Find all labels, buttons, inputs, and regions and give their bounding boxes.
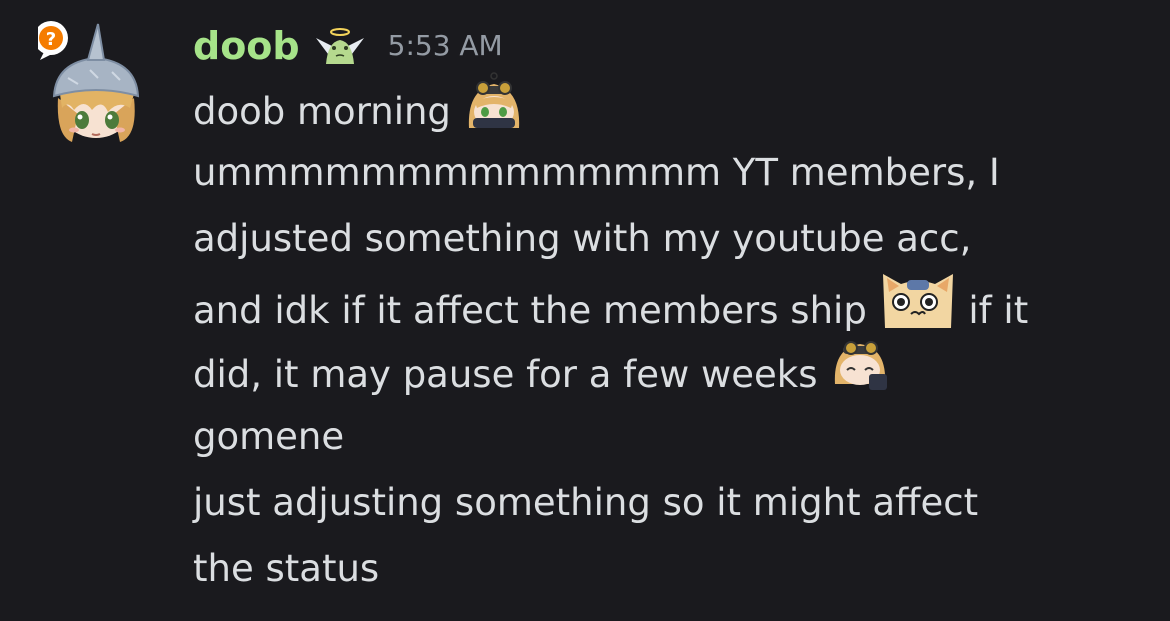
message-text: the status <box>193 547 380 590</box>
user-avatar[interactable]: ? <box>38 18 156 146</box>
sleepy-girl-emoji[interactable] <box>829 334 891 411</box>
message-text: gomene <box>193 415 345 458</box>
message-content: doob 5:53 AM doob morning ummmmmmmmmmmmm… <box>193 18 1153 602</box>
message-line: did, it may pause for a few weeks <box>193 338 1153 404</box>
message-text: doob morning <box>193 90 451 133</box>
message-text: and idk if it affect the members ship <box>193 289 867 332</box>
message-line: the status <box>193 536 1153 602</box>
message-body: doob morning ummmmmmmmmmmmmm YT members,… <box>193 72 1153 602</box>
svg-text:?: ? <box>46 29 56 50</box>
message-text: adjusted something with my youtube acc, <box>193 217 972 260</box>
message-text: if it <box>968 289 1029 332</box>
message-line: and idk if it affect the members ship if… <box>193 272 1153 338</box>
question-mark-icon: ? <box>38 21 68 60</box>
username[interactable]: doob <box>193 18 300 74</box>
message-line: just adjusting something so it might aff… <box>193 470 1153 536</box>
peeking-girl-emoji[interactable] <box>463 70 525 149</box>
message-timestamp: 5:53 AM <box>387 29 503 62</box>
message-line: ummmmmmmmmmmmmm YT members, I <box>193 140 1153 206</box>
message-header: doob 5:53 AM <box>193 18 1153 74</box>
message-text: just adjusting something so it might aff… <box>193 481 979 524</box>
message-line: adjusted something with my youtube acc, <box>193 206 1153 272</box>
message-text: ummmmmmmmmmmmmm YT members, I <box>193 151 1000 194</box>
message-line: doob morning <box>193 72 1153 140</box>
message-line: gomene <box>193 404 1153 470</box>
chat-message: ? doob 5:53 AM doob morning ummmmmmmmmmm… <box>0 0 1170 621</box>
winged-frog-icon[interactable] <box>314 24 366 68</box>
message-text: did, it may pause for a few weeks <box>193 353 818 396</box>
